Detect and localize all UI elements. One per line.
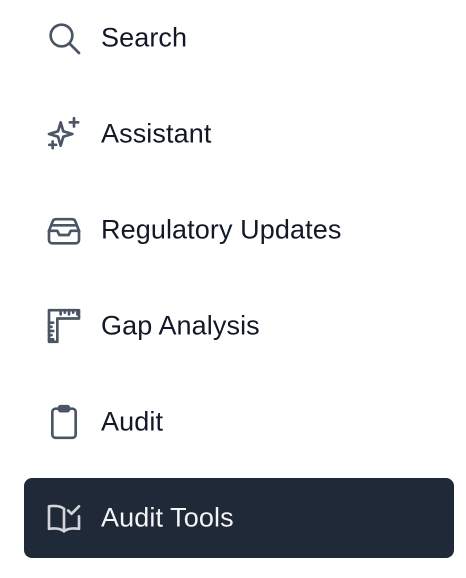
sparkles-icon	[44, 114, 84, 154]
sidebar-item-gap-analysis[interactable]: Gap Analysis	[24, 286, 454, 366]
sidebar-item-label: Gap Analysis	[101, 310, 260, 341]
inbox-stack-icon	[44, 210, 84, 250]
sidebar-item-label: Search	[101, 22, 188, 53]
sidebar-item-regulatory-updates[interactable]: Regulatory Updates	[24, 190, 454, 270]
search-icon	[44, 18, 84, 58]
clipboard-icon	[44, 402, 84, 442]
sidebar-item-label: Audit Tools	[101, 502, 234, 533]
sidebar-nav: Search Assistant Regulatory Updates Gap …	[24, 0, 454, 574]
sidebar-item-label: Regulatory Updates	[101, 214, 342, 245]
ruler-square-icon	[44, 306, 84, 346]
sidebar-item-audit-tools[interactable]: Audit Tools	[24, 478, 454, 558]
sidebar-item-search[interactable]: Search	[24, 0, 454, 78]
sidebar-item-audit[interactable]: Audit	[24, 382, 454, 462]
book-check-icon	[44, 498, 84, 538]
sidebar-item-label: Audit	[101, 406, 164, 437]
sidebar-item-label: Assistant	[101, 118, 212, 149]
sidebar-item-assistant[interactable]: Assistant	[24, 94, 454, 174]
